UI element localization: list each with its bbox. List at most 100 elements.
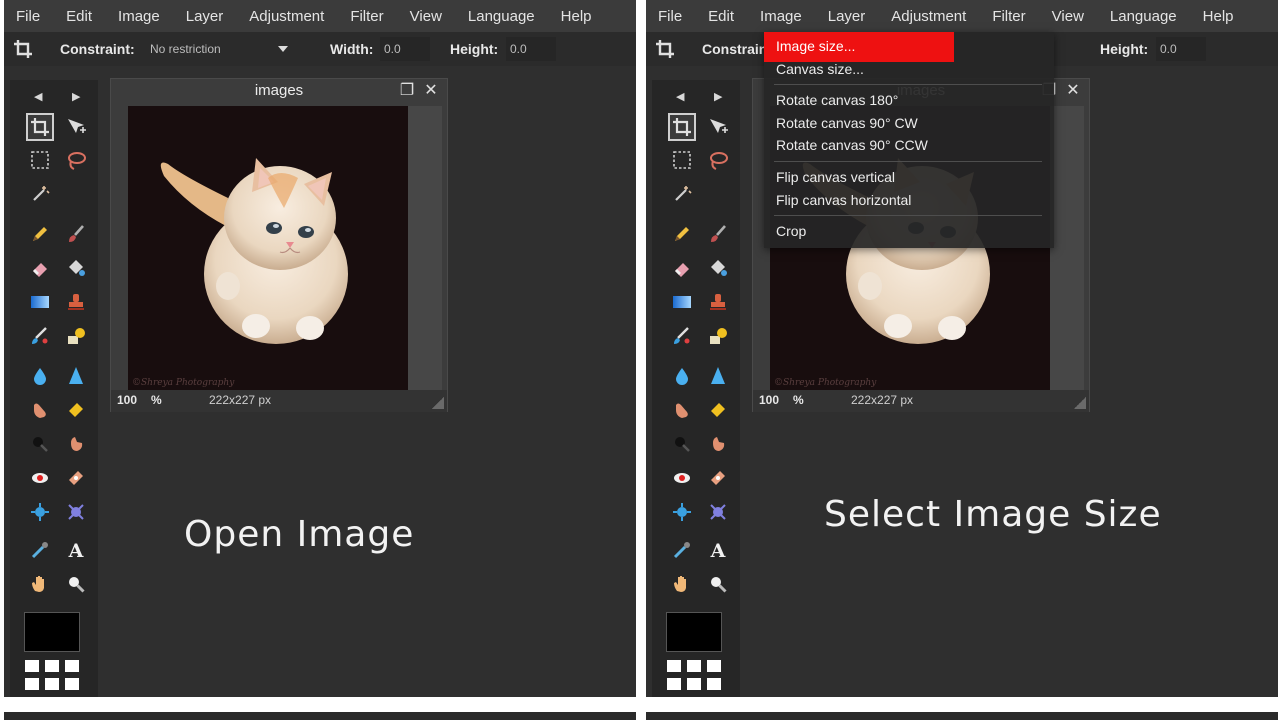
menu-item-flip-vertical[interactable]: Flip canvas vertical xyxy=(764,166,1054,188)
height-input[interactable]: 0.0 xyxy=(1156,37,1206,61)
sponge-tool[interactable] xyxy=(704,396,732,424)
chevron-down-icon[interactable] xyxy=(278,46,288,52)
color-picker-tool[interactable] xyxy=(668,536,696,564)
menu-adjustment[interactable]: Adjustment xyxy=(249,8,324,25)
menu-view[interactable]: View xyxy=(410,8,442,25)
bloat-tool[interactable] xyxy=(26,498,54,526)
menu-view[interactable]: View xyxy=(1052,8,1084,25)
move-tool[interactable] xyxy=(704,113,732,141)
menu-file[interactable]: File xyxy=(658,8,682,25)
eraser-tool[interactable] xyxy=(26,254,54,282)
menu-item-rotate-90-ccw[interactable]: Rotate canvas 90° CCW xyxy=(764,134,1054,156)
sharpen-tool[interactable] xyxy=(62,362,90,390)
lasso-tool[interactable] xyxy=(704,146,732,174)
zoom-level[interactable]: 100 xyxy=(117,393,137,407)
blur-tool[interactable] xyxy=(26,362,54,390)
image-window[interactable]: images ❐ ✕ ©Shreya Photography 100 % 222… xyxy=(110,78,448,412)
menu-filter[interactable]: Filter xyxy=(350,8,383,25)
pinch-tool[interactable] xyxy=(704,498,732,526)
smudge-tool[interactable] xyxy=(668,396,696,424)
marquee-tool[interactable] xyxy=(26,146,54,174)
crop-tool[interactable] xyxy=(668,113,696,141)
spot-heal-tool[interactable] xyxy=(62,464,90,492)
sharpen-tool[interactable] xyxy=(704,362,732,390)
clone-stamp-tool[interactable] xyxy=(704,288,732,316)
restore-window-icon[interactable]: ❐ xyxy=(399,83,415,99)
width-input[interactable]: 0.0 xyxy=(380,37,430,61)
menu-item-rotate-180[interactable]: Rotate canvas 180° xyxy=(764,89,1054,111)
hand-tool[interactable] xyxy=(26,570,54,598)
smudge-tool[interactable] xyxy=(26,396,54,424)
arrow-left-icon[interactable]: ◀ xyxy=(676,90,684,103)
eraser-tool[interactable] xyxy=(668,254,696,282)
menu-adjustment[interactable]: Adjustment xyxy=(891,8,966,25)
dodge-tool[interactable] xyxy=(668,430,696,458)
gradient-tool[interactable] xyxy=(26,288,54,316)
image-canvas[interactable]: ©Shreya Photography xyxy=(128,106,408,390)
menu-edit[interactable]: Edit xyxy=(708,8,734,25)
menu-layer[interactable]: Layer xyxy=(186,8,224,25)
paint-bucket-tool[interactable] xyxy=(704,254,732,282)
sponge-tool[interactable] xyxy=(62,396,90,424)
menu-language[interactable]: Language xyxy=(1110,8,1177,25)
gradient-tool[interactable] xyxy=(668,288,696,316)
red-eye-tool[interactable] xyxy=(668,464,696,492)
text-tool[interactable]: A xyxy=(62,536,90,564)
drawing-tool[interactable] xyxy=(62,322,90,350)
grid-icon[interactable] xyxy=(667,660,723,694)
crop-tool[interactable] xyxy=(26,113,54,141)
arrow-left-icon[interactable]: ◀ xyxy=(34,90,42,103)
drawing-tool[interactable] xyxy=(704,322,732,350)
menu-edit[interactable]: Edit xyxy=(66,8,92,25)
paint-bucket-tool[interactable] xyxy=(62,254,90,282)
burn-tool[interactable] xyxy=(62,430,90,458)
menu-item-canvas-size[interactable]: Canvas size... xyxy=(764,58,1054,80)
menu-language[interactable]: Language xyxy=(468,8,535,25)
dodge-tool[interactable] xyxy=(26,430,54,458)
text-tool[interactable]: A xyxy=(704,536,732,564)
height-input[interactable]: 0.0 xyxy=(506,37,556,61)
menu-help[interactable]: Help xyxy=(561,8,592,25)
menu-filter[interactable]: Filter xyxy=(992,8,1025,25)
magic-wand-tool[interactable] xyxy=(668,180,696,208)
pencil-tool[interactable] xyxy=(668,220,696,248)
menu-item-rotate-90-cw[interactable]: Rotate canvas 90° CW xyxy=(764,112,1054,134)
bloat-tool[interactable] xyxy=(668,498,696,526)
menu-item-crop[interactable]: Crop xyxy=(764,220,1054,242)
constraint-select[interactable]: No restriction xyxy=(146,37,294,61)
pinch-tool[interactable] xyxy=(62,498,90,526)
burn-tool[interactable] xyxy=(704,430,732,458)
color-picker-tool[interactable] xyxy=(26,536,54,564)
color-replace-tool[interactable] xyxy=(668,322,696,350)
zoom-level[interactable]: 100 xyxy=(759,393,779,407)
red-eye-tool[interactable] xyxy=(26,464,54,492)
arrow-right-icon[interactable]: ▶ xyxy=(72,90,80,103)
clone-stamp-tool[interactable] xyxy=(62,288,90,316)
color-replace-tool[interactable] xyxy=(26,322,54,350)
grid-icon[interactable] xyxy=(25,660,81,694)
magic-wand-tool[interactable] xyxy=(26,180,54,208)
zoom-tool[interactable] xyxy=(704,570,732,598)
blur-tool[interactable] xyxy=(668,362,696,390)
marquee-tool[interactable] xyxy=(668,146,696,174)
menu-layer[interactable]: Layer xyxy=(828,8,866,25)
menu-help[interactable]: Help xyxy=(1203,8,1234,25)
arrow-right-icon[interactable]: ▶ xyxy=(714,90,722,103)
canvas-scroll-area[interactable] xyxy=(1050,106,1084,390)
primary-color-swatch[interactable] xyxy=(24,612,80,652)
menu-image[interactable]: Image xyxy=(118,8,160,25)
menu-item-flip-horizontal[interactable]: Flip canvas horizontal xyxy=(764,189,1054,211)
close-icon[interactable]: ✕ xyxy=(1065,83,1081,99)
hand-tool[interactable] xyxy=(668,570,696,598)
primary-color-swatch[interactable] xyxy=(666,612,722,652)
resize-grip-icon[interactable] xyxy=(1074,397,1086,409)
move-tool[interactable] xyxy=(62,113,90,141)
menu-image[interactable]: Image xyxy=(760,8,802,25)
brush-tool[interactable] xyxy=(62,220,90,248)
zoom-tool[interactable] xyxy=(62,570,90,598)
pencil-tool[interactable] xyxy=(26,220,54,248)
spot-heal-tool[interactable] xyxy=(704,464,732,492)
menu-file[interactable]: File xyxy=(16,8,40,25)
lasso-tool[interactable] xyxy=(62,146,90,174)
brush-tool[interactable] xyxy=(704,220,732,248)
